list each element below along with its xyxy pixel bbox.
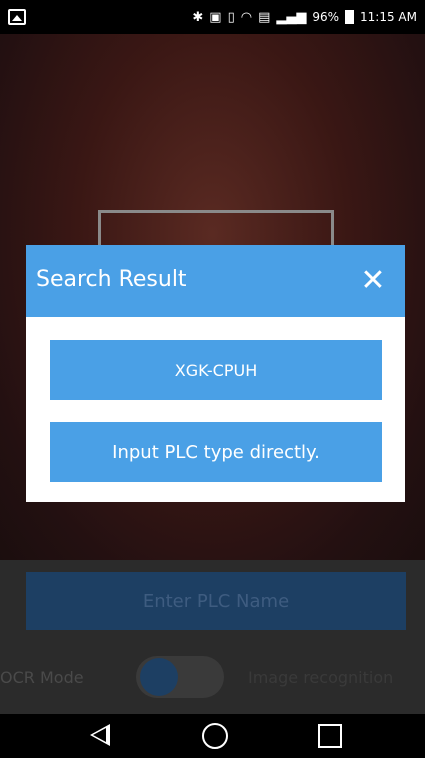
battery-percent: 96% (312, 10, 340, 24)
nfc-icon: ▣ (209, 9, 222, 25)
gallery-icon (8, 9, 26, 25)
signal-icon: ▂▄▆ (276, 9, 307, 25)
sim-icon: ▤ (258, 9, 271, 25)
close-icon[interactable]: ✕ (355, 263, 391, 299)
mode-toggle[interactable] (136, 656, 224, 698)
dialog-title: Search Result (36, 267, 187, 292)
clock: 11:15 AM (360, 10, 417, 24)
input-plc-type-button[interactable]: Input PLC type directly. (50, 422, 382, 482)
ocr-mode-label: OCR Mode (0, 668, 84, 687)
home-icon[interactable] (202, 723, 228, 749)
navigation-bar (0, 714, 425, 758)
toggle-knob (140, 658, 178, 696)
enter-plc-name-button[interactable]: Enter PLC Name (26, 572, 406, 630)
recent-apps-icon[interactable] (318, 724, 342, 748)
bluetooth-icon: ✱ (192, 9, 204, 25)
dialog-header: Search Result ✕ (26, 245, 405, 317)
battery-icon (345, 10, 355, 24)
wifi-icon: ◠ (240, 9, 253, 25)
back-icon-inner (93, 728, 106, 742)
vibrate-icon: ▯ (227, 9, 235, 25)
image-recognition-label: Image recognition (248, 668, 394, 687)
status-icons: ✱ ▣ ▯ ◠ ▤ ▂▄▆ 96% 11:15 AM (192, 0, 417, 34)
result-xgk-cpuh-button[interactable]: XGK-CPUH (50, 340, 382, 400)
search-result-dialog: Search Result ✕ XGK-CPUH Input PLC type … (26, 245, 405, 502)
status-bar: ✱ ▣ ▯ ◠ ▤ ▂▄▆ 96% 11:15 AM (0, 0, 425, 34)
bottom-panel: Enter PLC Name OCR Mode Image recognitio… (0, 560, 425, 714)
